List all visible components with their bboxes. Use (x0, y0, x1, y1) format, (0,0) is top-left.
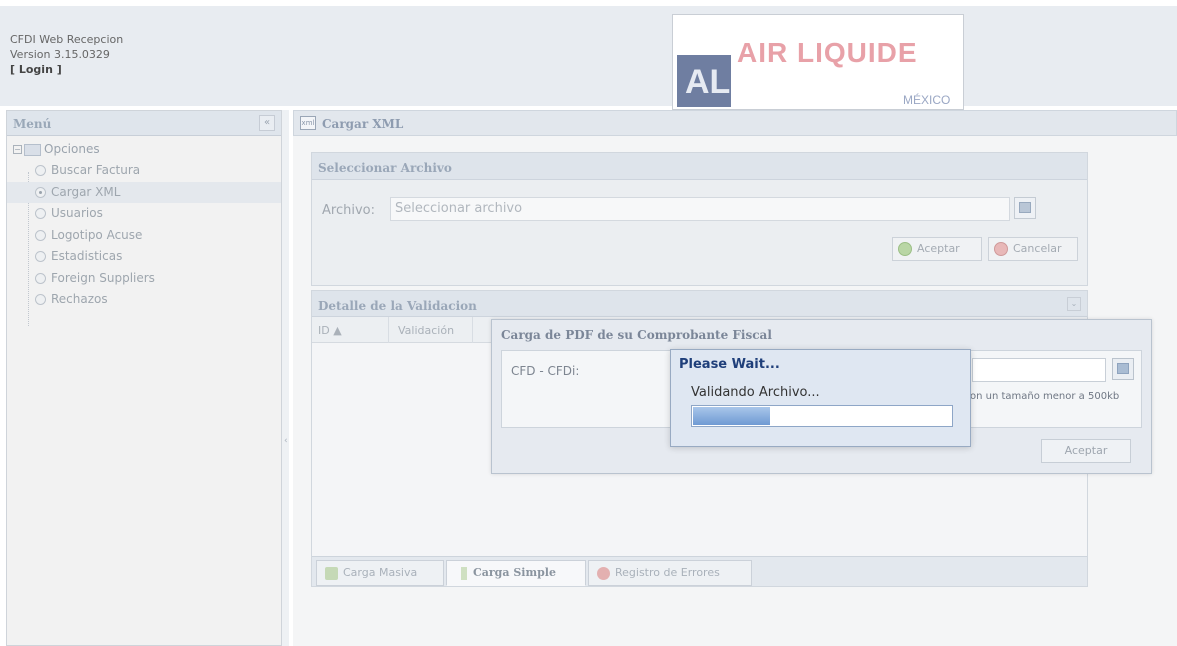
sidebar-item-label: Rechazos (51, 292, 108, 306)
pdf-accept-button[interactable]: Aceptar (1041, 439, 1131, 463)
select-file-panel: Seleccionar Archivo Archivo: Seleccionar… (311, 152, 1088, 286)
progress-bar (691, 405, 953, 427)
collapse-icon[interactable]: « (259, 115, 275, 131)
tab-carga-simple[interactable]: Carga Simple (446, 560, 586, 586)
sidebar-item-rechazos[interactable]: Rechazos (7, 289, 281, 311)
column-id[interactable]: ID ▲ (318, 324, 342, 337)
tab-registro-errores[interactable]: Registro de Errores (588, 560, 752, 586)
chevron-down-icon[interactable]: ⌄ (1067, 297, 1081, 311)
pdf-size-hint: on un tamaño menor a 500kb (970, 391, 1120, 402)
app-info: CFDI Web Recepcion Version 3.15.0329 [ L… (10, 32, 123, 77)
check-icon (898, 242, 912, 256)
file-label: Archivo: (322, 203, 375, 218)
accept-button[interactable]: Aceptar (892, 237, 982, 261)
radio-icon (35, 294, 46, 305)
select-file-header: Seleccionar Archivo (312, 153, 1087, 180)
logo-country: MÉXICO (903, 93, 951, 107)
tab-label: Carga Simple (473, 566, 556, 579)
select-file-title: Seleccionar Archivo (318, 161, 452, 175)
tree-root-label: Opciones (44, 142, 100, 156)
xml-file-icon: xml (300, 116, 316, 130)
upload-arrow-icon (461, 567, 467, 580)
radio-icon (35, 165, 46, 176)
wait-title: Please Wait... (679, 357, 780, 372)
logo-mark: AL (677, 55, 731, 107)
radio-icon (35, 208, 46, 219)
column-validacion[interactable]: Validación (398, 324, 454, 337)
page-title: Cargar XML (322, 117, 404, 131)
logo-brand: AIR LIQUIDE (737, 37, 918, 68)
pdf-file-input[interactable] (972, 358, 1106, 382)
radio-selected-icon (35, 186, 46, 198)
tab-bar: Carga Masiva Carga Simple Registro de Er… (312, 556, 1087, 586)
sidebar-item-estadisticas[interactable]: Estadisticas (7, 246, 281, 268)
cancel-icon (994, 242, 1008, 256)
sidebar-item-logotipo-acuse[interactable]: Logotipo Acuse (7, 225, 281, 247)
menu-tree: − Opciones Buscar Factura Cargar XML Usua… (7, 136, 281, 326)
app-header: CFDI Web Recepcion Version 3.15.0329 [ L… (0, 0, 1177, 110)
panel-splitter[interactable]: ‹ (282, 110, 289, 646)
company-logo: AL AIR LIQUIDE MÉXICO (672, 14, 964, 110)
validation-detail-header: Detalle de la Validacion ⌄ (312, 291, 1087, 317)
sidebar-item-label: Logotipo Acuse (51, 227, 143, 242)
radio-icon (35, 272, 46, 284)
cancel-label: Cancelar (1013, 242, 1062, 255)
progress-fill (693, 407, 770, 425)
sidebar-item-buscar-factura[interactable]: Buscar Factura (7, 160, 281, 182)
menu-title: Menú (13, 117, 52, 131)
app-name: CFDI Web Recepcion (10, 33, 124, 46)
users-icon (325, 567, 338, 580)
pdf-dialog-title: Carga de PDF de su Comprobante Fiscal (501, 328, 772, 342)
tab-label: Registro de Errores (615, 566, 720, 579)
app-version: Version 3.15.0329 (10, 48, 110, 61)
pdf-browse-button[interactable] (1112, 358, 1134, 380)
accept-label: Aceptar (917, 242, 960, 255)
login-link[interactable]: [ Login ] (10, 62, 123, 77)
collapse-tree-icon[interactable]: − (13, 145, 22, 154)
tab-label: Carga Masiva (343, 566, 418, 579)
sidebar-item-label: Cargar XML (51, 184, 121, 199)
cfd-field-label: CFD - CFDi: (511, 364, 580, 378)
cancel-button[interactable]: Cancelar (988, 237, 1078, 261)
browse-icon (1019, 202, 1031, 213)
radio-icon (35, 251, 46, 262)
validation-detail-title: Detalle de la Validacion (318, 299, 477, 313)
radio-icon (35, 229, 46, 241)
logo-mark-text: AL (685, 63, 731, 101)
sidebar-item-cargar-xml[interactable]: Cargar XML (7, 181, 281, 203)
column-divider (388, 317, 389, 343)
menu-header: Menú « (7, 111, 281, 136)
tree-root-opciones[interactable]: − Opciones (7, 142, 281, 160)
error-icon (597, 567, 610, 580)
column-divider (472, 317, 473, 343)
sidebar-item-label: Estadisticas (51, 249, 123, 263)
browse-file-button[interactable] (1014, 197, 1036, 219)
please-wait-dialog: Please Wait... Validando Archivo... (670, 349, 971, 447)
wait-message: Validando Archivo... (691, 385, 820, 400)
menu-panel: Menú « − Opciones Buscar Factura Cargar X… (6, 110, 282, 646)
sidebar-item-usuarios[interactable]: Usuarios (7, 203, 281, 225)
main-header: xml Cargar XML (293, 110, 1177, 136)
sidebar-item-label: Foreign Suppliers (51, 270, 155, 285)
splitter-grip-icon[interactable]: ‹ (284, 436, 288, 446)
file-input[interactable]: Seleccionar archivo (390, 197, 1010, 221)
folder-icon (24, 143, 41, 156)
tab-carga-masiva[interactable]: Carga Masiva (316, 560, 444, 586)
browse-icon (1117, 363, 1129, 374)
sidebar-item-foreign-suppliers[interactable]: Foreign Suppliers (7, 268, 281, 290)
sidebar-item-label: Usuarios (51, 206, 103, 220)
sidebar-item-label: Buscar Factura (51, 163, 141, 177)
